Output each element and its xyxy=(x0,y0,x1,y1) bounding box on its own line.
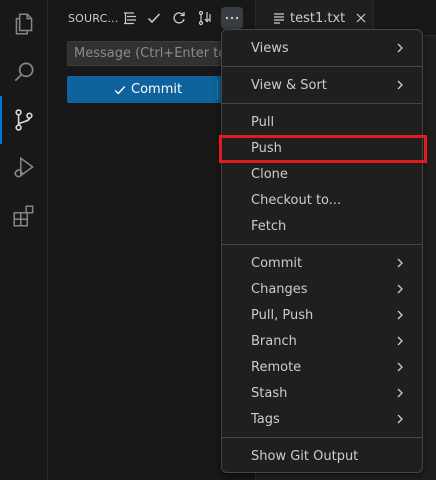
menu-item-label: Tags xyxy=(251,411,280,427)
menu-item-label: Views xyxy=(251,40,289,56)
menu-item-commit[interactable]: Commit xyxy=(226,250,418,276)
run-debug-button[interactable] xyxy=(0,144,48,192)
menu-item-tags[interactable]: Tags xyxy=(226,406,418,432)
menu-item-label: View & Sort xyxy=(251,77,327,93)
menu-item-stash[interactable]: Stash xyxy=(226,380,418,406)
menu-item-pull-push[interactable]: Pull, Push xyxy=(226,302,418,328)
commit-check-button[interactable] xyxy=(143,7,165,29)
more-actions-menu: Views View & Sort Pull Push Clone Checkout to… xyxy=(221,29,423,473)
menu-separator xyxy=(222,66,422,67)
menu-item-changes[interactable]: Changes xyxy=(226,276,418,302)
menu-separator xyxy=(222,244,422,245)
activity-bar xyxy=(0,0,48,480)
chevron-right-icon xyxy=(397,414,403,424)
menu-item-label: Show Git Output xyxy=(251,448,359,464)
extensions-button[interactable] xyxy=(0,192,48,240)
chevron-right-icon xyxy=(397,388,403,398)
extensions-icon xyxy=(13,205,34,227)
menu-separator xyxy=(222,103,422,104)
branch-icon xyxy=(198,10,211,26)
chevron-right-icon xyxy=(397,284,403,294)
menu-item-label: Stash xyxy=(251,385,288,401)
menu-item-fetch[interactable]: Fetch xyxy=(226,213,418,239)
menu-item-label: Remote xyxy=(251,359,302,375)
menu-item-remote[interactable]: Remote xyxy=(226,354,418,380)
branch-button[interactable] xyxy=(194,7,216,29)
menu-item-label: Checkout to... xyxy=(251,192,342,208)
commit-button-label: Commit xyxy=(131,82,183,97)
check-icon xyxy=(147,13,161,24)
view-as-tree-icon xyxy=(124,12,136,25)
explorer-icon xyxy=(15,13,33,35)
menu-item-label: Changes xyxy=(251,281,308,297)
more-actions-button[interactable] xyxy=(221,7,243,29)
tab-close-button[interactable] xyxy=(353,10,369,26)
source-control-button[interactable] xyxy=(0,96,48,144)
run-debug-icon xyxy=(14,156,34,178)
refresh-button[interactable] xyxy=(168,7,190,29)
search-button[interactable] xyxy=(0,48,48,96)
menu-item-views[interactable]: Views xyxy=(226,35,418,61)
menu-item-branch[interactable]: Branch xyxy=(226,328,418,354)
menu-item-checkout-to[interactable]: Checkout to... xyxy=(226,187,418,213)
chevron-right-icon xyxy=(397,362,403,372)
menu-item-label: Branch xyxy=(251,333,297,349)
check-icon xyxy=(114,85,126,94)
chevron-right-icon xyxy=(397,43,403,53)
menu-item-label: Commit xyxy=(251,255,303,271)
chevron-right-icon xyxy=(397,80,403,90)
menu-separator xyxy=(222,437,422,438)
menu-item-label: Clone xyxy=(251,166,288,182)
text-file-icon xyxy=(274,13,284,24)
menu-item-label: Fetch xyxy=(251,218,287,234)
close-icon xyxy=(356,13,366,23)
view-as-tree-button[interactable] xyxy=(119,7,141,29)
menu-item-label: Pull xyxy=(251,114,275,130)
menu-item-show-git-output[interactable]: Show Git Output xyxy=(226,443,418,469)
commit-button-divider xyxy=(217,80,218,99)
chevron-right-icon xyxy=(397,336,403,346)
chevron-right-icon xyxy=(397,310,403,320)
push-highlight-box xyxy=(219,135,427,163)
chevron-right-icon xyxy=(397,258,403,268)
panel-title: SOURC... xyxy=(68,12,119,25)
more-actions-icon xyxy=(225,16,239,20)
search-icon xyxy=(14,62,34,82)
tab-label: test1.txt xyxy=(290,10,346,26)
explorer-button[interactable] xyxy=(0,0,48,48)
menu-item-label: Pull, Push xyxy=(251,307,314,323)
menu-item-pull[interactable]: Pull xyxy=(226,109,418,135)
refresh-icon xyxy=(173,12,185,24)
menu-item-clone[interactable]: Clone xyxy=(226,161,418,187)
menu-item-view-sort[interactable]: View & Sort xyxy=(226,72,418,98)
source-control-icon xyxy=(15,109,33,131)
